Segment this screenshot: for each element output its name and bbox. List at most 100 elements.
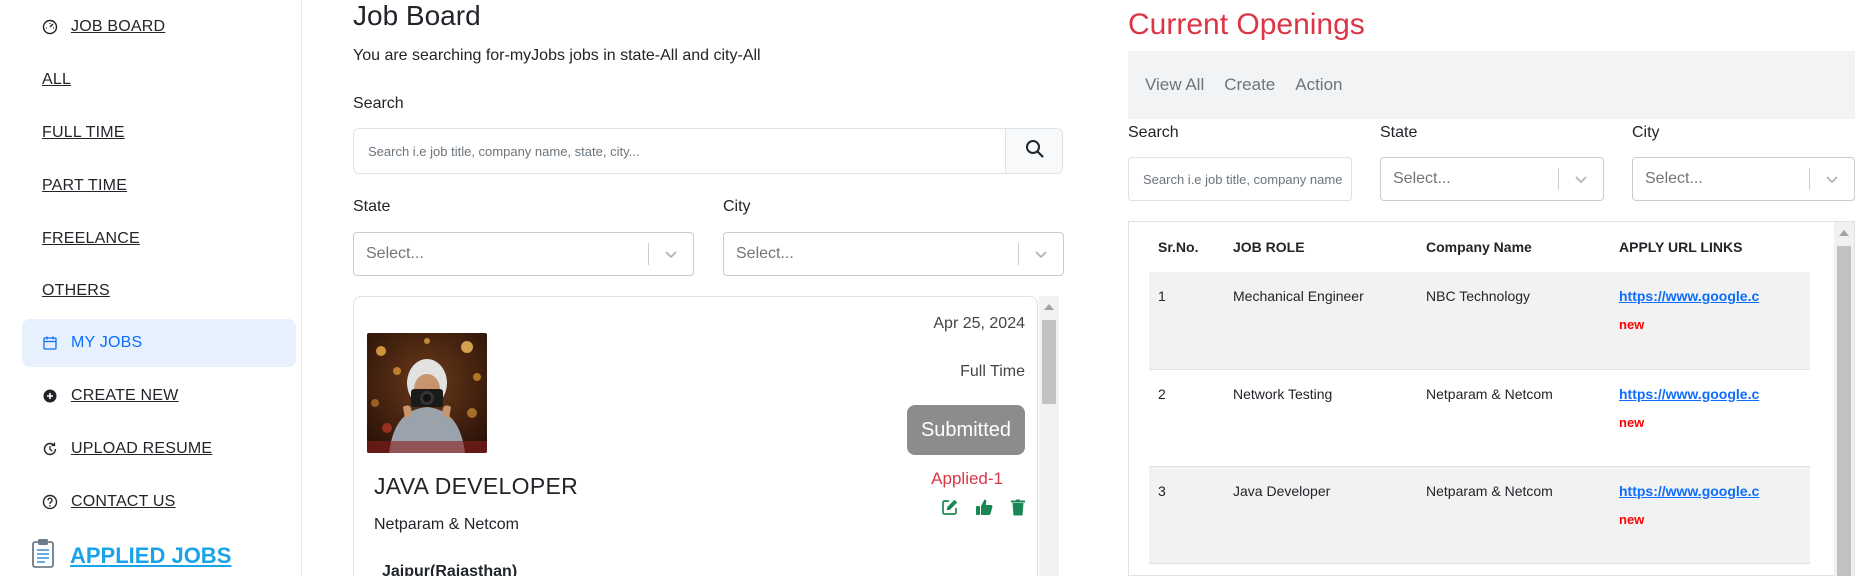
job-list-scrollbar[interactable] <box>1039 296 1059 576</box>
thumbs-up-icon[interactable] <box>975 498 993 516</box>
search-summary: You are searching for-myJobs jobs in sta… <box>353 47 761 64</box>
sidebar-item-label: CREATE NEW <box>71 387 179 404</box>
cell-sr: 1 <box>1149 272 1224 370</box>
new-badge: new <box>1619 511 1645 527</box>
chevron-down-icon <box>649 249 693 259</box>
openings-title: Current Openings <box>1128 8 1365 41</box>
edit-icon[interactable] <box>941 498 959 516</box>
search-group <box>353 128 1063 174</box>
sidebar-item-upload-resume[interactable]: UPLOAD RESUME <box>22 425 296 473</box>
sidebar-item-create-new[interactable]: CREATE NEW <box>22 372 296 420</box>
new-badge: new <box>1619 414 1645 430</box>
scroll-up-arrow[interactable] <box>1044 304 1054 310</box>
cell-url: https://www.google.c new <box>1610 369 1810 467</box>
apply-url-link[interactable]: https://www.google.c <box>1619 483 1759 499</box>
cell-sr: 2 <box>1149 369 1224 467</box>
status-badge[interactable]: Submitted <box>907 405 1025 455</box>
sidebar-item-label: JOB BOARD <box>71 18 166 35</box>
scroll-thumb[interactable] <box>1837 246 1851 576</box>
dashboard-icon <box>41 18 59 36</box>
sidebar-item-label: FREELANCE <box>42 230 140 247</box>
job-role: JAVA DEVELOPER <box>374 473 579 499</box>
plus-circle-icon <box>41 387 59 405</box>
job-type: Full Time <box>960 363 1025 380</box>
scroll-up-arrow[interactable] <box>1839 230 1849 236</box>
openings-city-select[interactable]: Select... <box>1632 157 1855 201</box>
sidebar-item-full-time[interactable]: FULL TIME <box>22 109 296 157</box>
openings-search-input[interactable]: Search i.e job title, company name <box>1128 157 1352 201</box>
sidebar-item-label: ALL <box>42 71 72 88</box>
chevron-down-icon <box>1559 174 1603 184</box>
sidebar-item-part-time[interactable]: PART TIME <box>22 162 296 210</box>
sidebar-item-label: PART TIME <box>42 177 128 194</box>
table-row: 2 Network Testing Netparam & Netcom http… <box>1149 369 1810 467</box>
scroll-thumb[interactable] <box>1042 320 1056 404</box>
cell-url: https://www.google.c new <box>1610 272 1810 370</box>
table-header-row: Sr.No. JOB ROLE Company Name APPLY URL L… <box>1149 222 1810 272</box>
tab-view-all[interactable]: View All <box>1145 75 1204 95</box>
sidebar-item-all[interactable]: ALL <box>22 56 296 104</box>
cell-sr: 3 <box>1149 466 1224 564</box>
openings-search-label: Search <box>1128 124 1179 141</box>
tab-action[interactable]: Action <box>1295 75 1342 95</box>
cell-company: Netparam & Netcom <box>1417 369 1610 467</box>
trash-icon[interactable] <box>1009 498 1027 516</box>
applied-jobs-label: APPLIED JOBS <box>70 542 232 568</box>
city-select-value: Select... <box>736 245 794 262</box>
chevron-down-icon <box>1019 249 1063 259</box>
column-header: Sr.No. <box>1158 239 1199 255</box>
city-select[interactable]: Select... <box>723 232 1064 276</box>
history-icon <box>41 440 59 458</box>
openings-table: Sr.No. JOB ROLE Company Name APPLY URL L… <box>1149 222 1810 564</box>
chevron-down-icon <box>1810 174 1854 184</box>
current-openings-panel: Current Openings View All Create Action … <box>1128 0 1855 576</box>
sidebar-item-my-jobs[interactable]: MY JOBS <box>22 319 296 367</box>
applied-jobs-link[interactable]: APPLIED JOBS <box>30 538 231 573</box>
search-button[interactable] <box>1005 129 1062 173</box>
search-input[interactable] <box>354 129 1005 173</box>
sidebar-item-label: MY JOBS <box>71 334 143 351</box>
apply-url-link[interactable]: https://www.google.c <box>1619 288 1759 304</box>
sidebar-item-freelance[interactable]: FREELANCE <box>22 215 296 263</box>
sidebar-item-contact-us[interactable]: CONTACT US <box>22 478 296 526</box>
openings-table-container: Sr.No. JOB ROLE Company Name APPLY URL L… <box>1128 221 1855 576</box>
openings-city-label: City <box>1632 124 1660 141</box>
state-select-value: Select... <box>366 245 424 262</box>
state-label: State <box>353 198 391 215</box>
column-header: Company Name <box>1426 239 1532 255</box>
openings-table-scrollbar[interactable] <box>1834 222 1854 576</box>
cell-company: Netparam & Netcom <box>1417 466 1610 564</box>
page-title: Job Board <box>353 0 481 31</box>
tab-create[interactable]: Create <box>1224 75 1275 95</box>
sidebar-item-label: CONTACT US <box>71 493 176 510</box>
job-location: Jaipur(Rajasthan) <box>382 563 518 576</box>
column-header: JOB ROLE <box>1233 239 1305 255</box>
job-company: Netparam & Netcom <box>374 516 519 533</box>
sidebar-item-job-board[interactable]: JOB BOARD <box>22 3 296 51</box>
applied-count: Applied-1 <box>931 469 1003 488</box>
cell-role: Mechanical Engineer <box>1224 272 1417 370</box>
search-label: Search <box>353 95 404 112</box>
state-select[interactable]: Select... <box>353 232 694 276</box>
job-list: Apr 25, 2024 Full Time Submitted Applied… <box>353 296 1063 576</box>
sidebar-item-label: UPLOAD RESUME <box>71 440 213 457</box>
cell-role: Network Testing <box>1224 369 1417 467</box>
sidebar-item-label: OTHERS <box>42 282 110 299</box>
cell-company: NBC Technology <box>1417 272 1610 370</box>
question-circle-icon <box>41 493 59 511</box>
new-badge: new <box>1619 317 1645 332</box>
job-actions <box>941 498 1027 516</box>
job-board-panel: Job Board You are searching for-myJobs j… <box>353 0 1064 576</box>
cell-role: Java Developer <box>1224 466 1417 564</box>
job-date: Apr 25, 2024 <box>933 315 1025 332</box>
table-row: 3 Java Developer Netparam & Netcom https… <box>1149 466 1810 564</box>
openings-city-value: Select... <box>1645 170 1703 187</box>
job-image <box>367 333 487 453</box>
cell-url: https://www.google.c new <box>1610 466 1810 564</box>
city-label: City <box>723 198 751 215</box>
openings-state-label: State <box>1380 124 1418 141</box>
job-card[interactable]: Apr 25, 2024 Full Time Submitted Applied… <box>353 296 1038 576</box>
openings-state-select[interactable]: Select... <box>1380 157 1604 201</box>
apply-url-link[interactable]: https://www.google.c <box>1619 386 1759 402</box>
sidebar-item-others[interactable]: OTHERS <box>22 267 296 315</box>
